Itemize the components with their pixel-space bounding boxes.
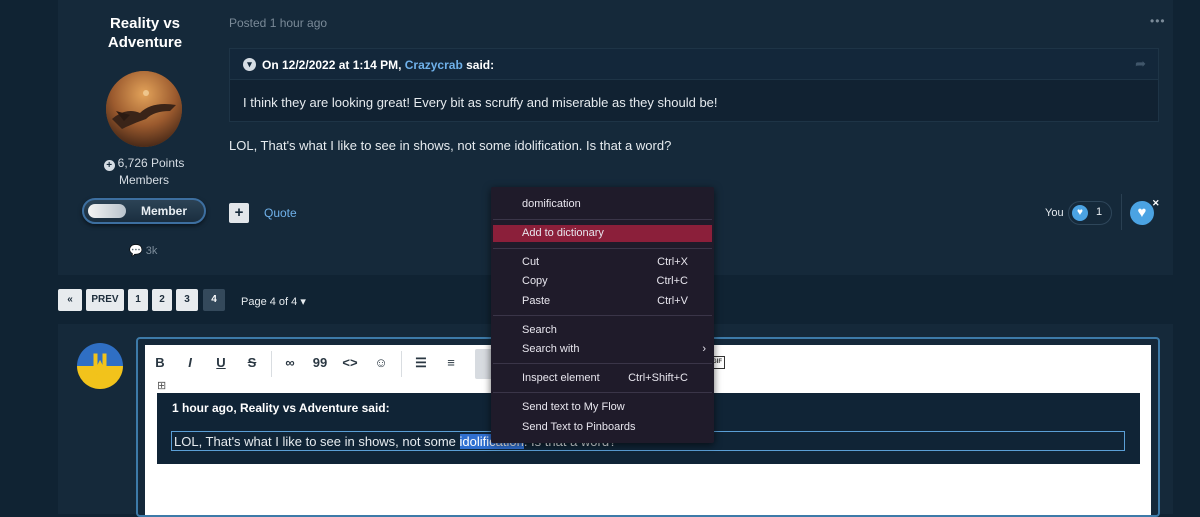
paste-shortcut: Ctrl+V (657, 295, 688, 307)
cut-label: Cut (522, 256, 540, 268)
inspect-label: Inspect element (522, 372, 600, 384)
author-name[interactable]: Reality vs Adventure (95, 14, 195, 52)
heart-icon: ♥ (1072, 205, 1088, 221)
add-to-dictionary-label: Add to dictionary (522, 227, 604, 239)
suggestion-label: domification (522, 198, 581, 210)
multiquote-button[interactable]: + (229, 203, 249, 223)
quote-button[interactable]: Quote (264, 206, 297, 220)
paste-label: Paste (522, 295, 551, 307)
post-body: LOL, That's what I like to see in shows,… (229, 138, 672, 153)
quote-header[interactable]: ▾ On 12/2/2022 at 1:14 PM, Crazycrab sai… (230, 49, 1158, 80)
spelling-suggestion[interactable]: domification (493, 196, 712, 213)
member-badge: Member (82, 198, 206, 224)
reaction-divider (1121, 194, 1122, 230)
send-pinboards-label: Send Text to Pinboards (522, 421, 636, 433)
caret-down-icon: ▾ (300, 296, 306, 308)
send-to-flow-item[interactable]: Send text to My Flow (493, 399, 712, 416)
page-of-label: Page 4 of 4 (241, 296, 298, 308)
copy-label: Copy (522, 275, 548, 287)
quote-body: I think they are looking great! Every bi… (243, 95, 718, 110)
editor-quote-header: 1 hour ago, Reality vs Adventure said: (172, 401, 390, 415)
strikethrough-button[interactable]: S (241, 353, 263, 373)
plus-circle-icon: + (103, 160, 115, 171)
prev-page-button[interactable]: PREV (86, 289, 124, 311)
badge-swoosh (88, 204, 126, 218)
author-points: +6,726 Points (96, 156, 192, 171)
reaction-count: 1 (1096, 206, 1103, 218)
search-item[interactable]: Search (493, 322, 712, 339)
cut-item[interactable]: Cut Ctrl+X (493, 254, 712, 271)
menu-separator (493, 363, 712, 364)
add-to-dictionary-item[interactable]: Add to dictionary (493, 225, 712, 242)
reaction-summary[interactable]: ♥ 1 (1068, 201, 1112, 225)
underline-button[interactable]: U (210, 353, 232, 373)
comment-count: 💬 3k (129, 244, 157, 257)
copy-shortcut: Ctrl+C (656, 275, 688, 287)
author-avatar[interactable] (106, 71, 182, 147)
points-value: 6,726 Points (117, 156, 185, 170)
code-icon[interactable]: <> (339, 353, 361, 373)
bullet-list-icon[interactable]: ☰ (410, 353, 432, 373)
send-to-pinboards-item[interactable]: Send Text to Pinboards (493, 419, 712, 436)
copy-item[interactable]: Copy Ctrl+C (493, 273, 712, 290)
menu-separator (493, 248, 712, 249)
bold-button[interactable]: B (149, 353, 171, 373)
inspect-shortcut: Ctrl+Shift+C (628, 372, 688, 384)
quote-date: On 12/2/2022 at 1:14 PM, (262, 58, 402, 72)
speech-bubble-icon: 💬 (129, 245, 143, 257)
quote-icon[interactable]: 99 (309, 353, 331, 373)
context-menu: domification Add to dictionary Cut Ctrl+X… (491, 187, 714, 443)
first-page-button[interactable]: « (58, 289, 82, 311)
badge-label: Member (140, 204, 187, 218)
move-handle-icon[interactable]: ⊞ (157, 380, 169, 392)
paste-item[interactable]: Paste Ctrl+V (493, 293, 712, 310)
page-3-button[interactable]: 3 (176, 289, 198, 311)
post-timestamp[interactable]: Posted 1 hour ago (229, 16, 327, 30)
reaction-you-label: You (1045, 207, 1064, 219)
send-flow-label: Send text to My Flow (522, 401, 625, 413)
inspect-element-item[interactable]: Inspect element Ctrl+Shift+C (493, 370, 712, 387)
cut-shortcut: Ctrl+X (657, 256, 688, 268)
quote-said: said: (466, 58, 495, 72)
link-icon[interactable]: ∞ (279, 353, 301, 373)
page-2-button[interactable]: 2 (152, 289, 172, 311)
quote-block: ▾ On 12/2/2022 at 1:14 PM, Crazycrab sai… (229, 48, 1159, 122)
search-label: Search (522, 324, 557, 336)
post-menu-icon[interactable]: ••• (1150, 14, 1166, 28)
toolbar-separator (271, 351, 272, 377)
page-4-button[interactable]: 4 (203, 289, 225, 311)
current-user-avatar[interactable] (77, 343, 123, 389)
emoji-icon[interactable]: ☺ (370, 353, 392, 373)
menu-separator (493, 219, 712, 220)
search-with-label: Search with (522, 343, 580, 355)
chevron-down-icon[interactable]: ▾ (243, 58, 256, 71)
remove-reaction-icon[interactable]: ✕ (1152, 198, 1160, 209)
heart-reaction-button[interactable]: ♥ (1130, 201, 1154, 225)
share-arrow-icon[interactable]: ➦ (1135, 56, 1146, 72)
search-with-item[interactable]: Search with › (493, 341, 712, 358)
quote-user-link[interactable]: Crazycrab (405, 58, 463, 72)
author-group: Members (118, 173, 169, 187)
numbered-list-icon[interactable]: ≡ (440, 353, 462, 373)
page-1-button[interactable]: 1 (128, 289, 148, 311)
menu-separator (493, 315, 712, 316)
quote-citation: On 12/2/2022 at 1:14 PM, Crazycrab said: (262, 58, 494, 72)
comment-count-value: 3k (145, 245, 158, 257)
page-of-dropdown[interactable]: Page 4 of 4 ▾ (241, 295, 306, 308)
menu-separator (493, 392, 712, 393)
toolbar-separator (401, 351, 402, 377)
italic-button[interactable]: I (179, 353, 201, 373)
text-before-selection: LOL, That's what I like to see in shows,… (174, 434, 460, 449)
chevron-right-icon: › (702, 343, 706, 355)
